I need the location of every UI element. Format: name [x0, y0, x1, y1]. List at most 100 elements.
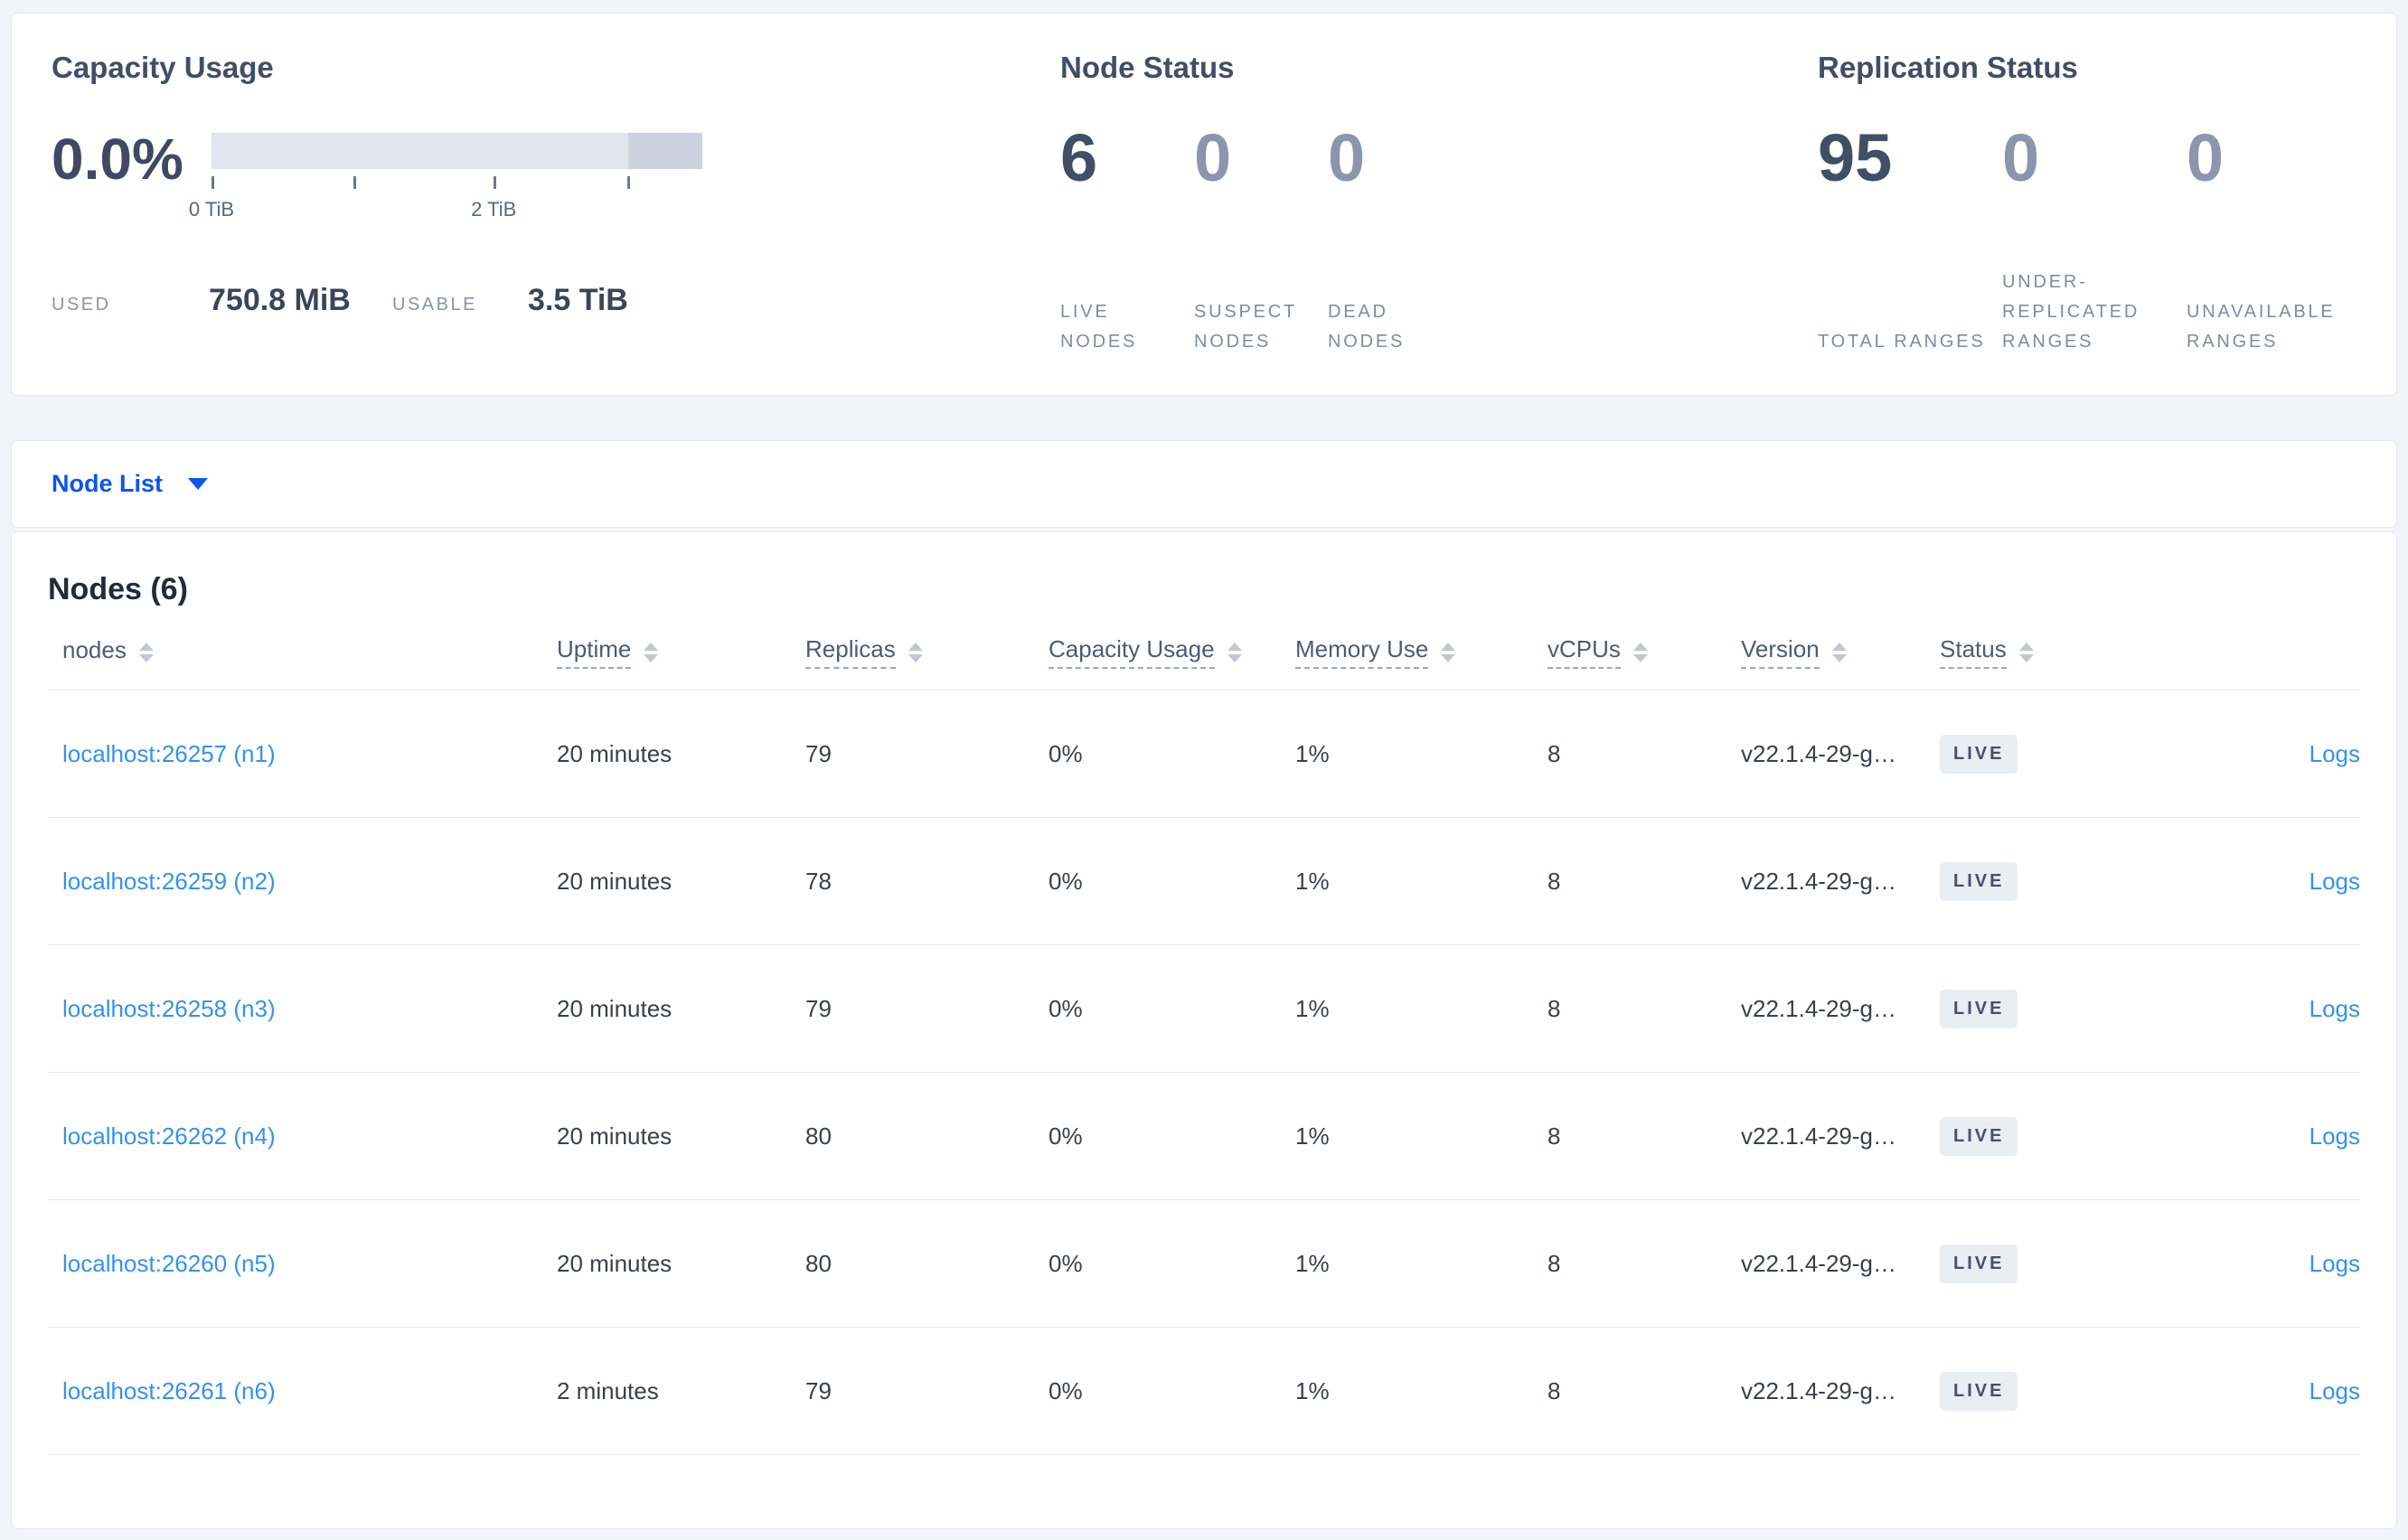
table-header-row: nodes Uptime Replicas Capacity Usage Mem… [48, 615, 2360, 690]
table-body: localhost:26257 (n1) 20 minutes 79 0% 1%… [48, 690, 2360, 1455]
total-ranges-stat: 95 TOTAL RANGES [1818, 119, 2002, 357]
memory-use-cell: 1% [1295, 994, 1330, 1022]
memory-use-cell: 1% [1295, 1376, 1330, 1404]
column-header-label: vCPUs [1547, 635, 1621, 669]
logs-link[interactable]: Logs [2309, 995, 2360, 1023]
uptime-cell: 20 minutes [557, 739, 673, 767]
axis-tick-label: 0 TiB [188, 197, 235, 221]
logs-link[interactable]: Logs [2309, 740, 2360, 768]
replication-status-title: Replication Status [1818, 51, 2078, 84]
column-header[interactable]: Memory Use [1295, 635, 1547, 669]
axis-tick [626, 175, 630, 189]
version-cell: v22.1.4-29-g… [1741, 867, 1896, 895]
axis-tick [212, 175, 214, 189]
axis-tick-label: 2 TiB [471, 197, 517, 221]
dead-nodes-label: DEAD NODES [1328, 301, 1406, 352]
column-header[interactable]: Uptime [557, 635, 805, 669]
column-header-label: Uptime [557, 635, 632, 669]
status-badge: LIVE [1940, 734, 2018, 774]
column-header[interactable]: Capacity Usage [1049, 635, 1295, 669]
vcpus-cell: 8 [1547, 867, 1561, 895]
live-nodes-stat: 6 LIVE NODES [1060, 119, 1194, 357]
unavailable-ranges-stat: 0 UNAVAILABLE RANGES [2187, 119, 2371, 357]
memory-use-cell: 1% [1295, 867, 1330, 895]
uptime-cell: 20 minutes [557, 1249, 673, 1277]
status-badge: LIVE [1940, 1244, 2018, 1283]
column-header-label: nodes [62, 636, 127, 663]
sort-arrows-icon [644, 642, 659, 662]
capacity-axis-ticks [212, 175, 702, 196]
used-label: USED [52, 294, 111, 315]
usable-value: 3.5 TiB [528, 282, 628, 317]
version-cell: v22.1.4-29-g… [1741, 1376, 1896, 1404]
suspect-nodes-stat: 0 SUSPECT NODES [1194, 121, 1328, 357]
unavailable-ranges-label: UNAVAILABLE RANGES [2187, 301, 2336, 352]
replicas-cell: 79 [805, 739, 832, 767]
node-link[interactable]: localhost:26257 (n1) [62, 740, 276, 767]
live-nodes-value: 6 [1060, 119, 1098, 195]
view-selector-card: Node List [11, 440, 2397, 528]
unavailable-ranges-value: 0 [2187, 119, 2225, 195]
sort-arrows-icon [908, 642, 923, 662]
node-link[interactable]: localhost:26260 (n5) [62, 1250, 276, 1277]
under-replicated-ranges-label: UNDER-REPLICATED RANGES [2002, 271, 2140, 352]
column-header[interactable]: Replicas [805, 635, 1049, 669]
node-link[interactable]: localhost:26258 (n3) [62, 995, 276, 1022]
node-list-dropdown-label: Node List [52, 470, 164, 497]
node-link[interactable]: localhost:26259 (n2) [62, 868, 276, 895]
usable-label: USABLE [392, 294, 477, 315]
sort-arrows-icon [1227, 642, 1242, 662]
column-header[interactable]: Version [1741, 635, 1940, 669]
capacity-percent: 0.0% [52, 126, 183, 192]
vcpus-cell: 8 [1547, 1249, 1561, 1277]
node-link[interactable]: localhost:26262 (n4) [62, 1122, 276, 1150]
uptime-cell: 20 minutes [557, 867, 673, 895]
replication-status-section: Replication Status 95 TOTAL RANGES 0 UND… [1818, 50, 2396, 357]
used-value: 750.8 MiB [209, 282, 351, 317]
uptime-cell: 20 minutes [557, 1122, 673, 1150]
sort-arrows-icon [2018, 642, 2034, 662]
memory-use-cell: 1% [1295, 1122, 1330, 1150]
logs-link[interactable]: Logs [2309, 868, 2360, 896]
capacity-usage-cell: 0% [1049, 994, 1083, 1022]
sort-arrows-icon [1441, 642, 1456, 662]
table-row: localhost:26259 (n2) 20 minutes 78 0% 1%… [48, 818, 2360, 945]
suspect-nodes-label: SUSPECT NODES [1194, 301, 1297, 352]
table-row: localhost:26260 (n5) 20 minutes 80 0% 1%… [48, 1200, 2360, 1328]
capacity-usage-title: Capacity Usage [52, 51, 274, 84]
node-link[interactable]: localhost:26261 (n6) [62, 1377, 276, 1404]
logs-link[interactable]: Logs [2309, 1377, 2360, 1405]
table-row: localhost:26261 (n6) 2 minutes 79 0% 1% … [48, 1328, 2360, 1455]
capacity-usage-section: Capacity Usage 0.0% 0 TiB 2 TiB USED 750… [52, 50, 1010, 318]
cluster-summary-card: Capacity Usage 0.0% 0 TiB 2 TiB USED 750… [11, 13, 2397, 396]
sort-arrows-icon [1831, 642, 1847, 662]
capacity-usage-bar: 0 TiB 2 TiB [189, 132, 702, 223]
nodes-table-card: Nodes (6) nodes Uptime Replicas Capacity… [11, 531, 2397, 1529]
column-header-label: Replicas [805, 635, 896, 669]
axis-tick [353, 175, 356, 189]
capacity-usage-cell: 0% [1049, 1122, 1083, 1150]
logs-link[interactable]: Logs [2309, 1250, 2360, 1278]
memory-use-cell: 1% [1295, 1249, 1330, 1277]
total-ranges-value: 95 [1818, 119, 1893, 195]
table-row: localhost:26262 (n4) 20 minutes 80 0% 1%… [48, 1073, 2360, 1200]
node-list-dropdown[interactable]: Node List [52, 470, 209, 498]
capacity-bar-track [212, 132, 702, 169]
vcpus-cell: 8 [1547, 1122, 1561, 1150]
capacity-usage-cell: 0% [1049, 1376, 1083, 1404]
node-status-section: Node Status 6 LIVE NODES 0 SUSPECT NODES… [1060, 50, 1783, 357]
column-header[interactable]: nodes [48, 636, 557, 668]
column-header[interactable]: Status [1940, 635, 2134, 669]
status-badge: LIVE [1940, 1371, 2018, 1411]
logs-link[interactable]: Logs [2309, 1122, 2360, 1150]
sort-arrows-icon [1632, 642, 1648, 662]
table-row: localhost:26258 (n3) 20 minutes 79 0% 1%… [48, 945, 2360, 1073]
uptime-cell: 2 minutes [557, 1376, 659, 1404]
node-status-title: Node Status [1060, 51, 1235, 84]
status-badge: LIVE [1940, 861, 2018, 901]
table-row: localhost:26257 (n1) 20 minutes 79 0% 1%… [48, 690, 2360, 818]
column-header-label: Version [1741, 635, 1820, 669]
replicas-cell: 80 [805, 1249, 832, 1277]
dead-nodes-stat: 0 DEAD NODES [1328, 121, 1462, 357]
column-header[interactable]: vCPUs [1547, 635, 1741, 669]
